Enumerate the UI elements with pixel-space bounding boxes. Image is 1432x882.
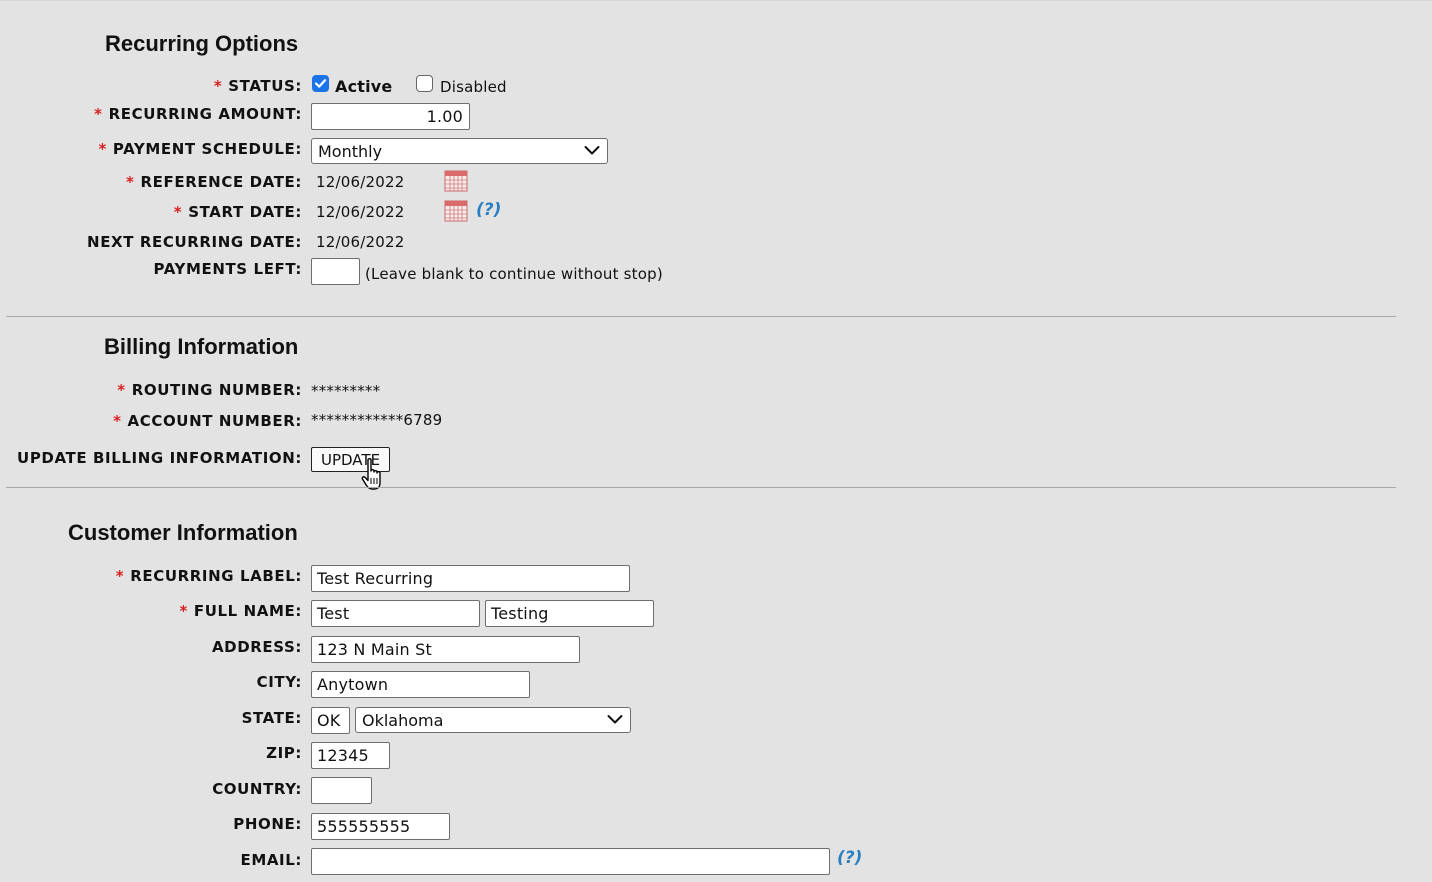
- address-input[interactable]: 123 N Main St: [311, 636, 580, 663]
- recurring-amount-input[interactable]: 1.00: [311, 103, 470, 130]
- payments-left-input[interactable]: [311, 258, 360, 285]
- recurring-amount-label: * RECURRING AMOUNT:: [94, 105, 302, 123]
- payment-schedule-value: Monthly: [318, 142, 383, 161]
- next-recurring-date-label: NEXT RECURRING DATE:: [87, 233, 302, 251]
- calendar-icon[interactable]: [444, 170, 468, 192]
- chevron-down-icon: [607, 715, 623, 724]
- required-marker: *: [179, 602, 188, 620]
- calendar-icon[interactable]: [444, 200, 468, 222]
- phone-input[interactable]: 555555555: [311, 813, 450, 840]
- routing-number-value: *********: [311, 382, 381, 400]
- full-name-label: * FULL NAME:: [179, 602, 302, 620]
- required-marker: *: [173, 203, 183, 221]
- status-label: * STATUS:: [213, 77, 302, 95]
- status-active-checkbox[interactable]: [312, 75, 329, 92]
- update-billing-label: UPDATE BILLING INFORMATION:: [17, 449, 302, 467]
- checkmark-icon: [314, 79, 327, 88]
- state-select[interactable]: Oklahoma: [355, 707, 631, 733]
- recurring-label-input[interactable]: Test Recurring: [311, 565, 630, 592]
- phone-label: PHONE:: [233, 815, 302, 833]
- section-divider: [6, 316, 1396, 317]
- state-code-input[interactable]: OK: [311, 707, 350, 734]
- email-help-link[interactable]: (?): [837, 848, 862, 868]
- top-border: [0, 0, 1432, 1]
- required-marker: *: [117, 381, 126, 399]
- address-label: ADDRESS:: [211, 638, 302, 656]
- zip-input[interactable]: 12345: [311, 742, 390, 769]
- required-marker: *: [126, 173, 135, 191]
- status-disabled-checkbox[interactable]: [416, 75, 433, 92]
- account-number-label: * ACCOUNT NUMBER:: [113, 412, 302, 430]
- section-divider: [6, 487, 1396, 488]
- email-label: EMAIL:: [240, 851, 302, 869]
- start-date-value: 12/06/2022: [316, 203, 405, 221]
- next-recurring-date-value: 12/06/2022: [316, 233, 405, 251]
- required-marker: *: [94, 105, 103, 123]
- country-input[interactable]: [311, 777, 372, 804]
- state-select-value: Oklahoma: [362, 711, 444, 730]
- account-number-value: ************6789: [311, 411, 443, 429]
- payment-schedule-label: * PAYMENT SCHEDULE:: [98, 140, 302, 158]
- required-marker: *: [213, 77, 223, 95]
- status-active-label[interactable]: Active: [335, 77, 392, 96]
- required-marker: *: [115, 567, 125, 585]
- required-marker: *: [113, 412, 122, 430]
- state-label: STATE:: [241, 709, 302, 727]
- reference-date-value: 12/06/2022: [316, 173, 405, 191]
- recurring-options-heading: Recurring Options: [105, 31, 299, 56]
- chevron-down-icon: [584, 146, 600, 155]
- recurring-edit-form: Recurring Options * STATUS: Active Disabl…: [0, 0, 1432, 882]
- email-input[interactable]: [311, 848, 830, 875]
- start-date-help-link[interactable]: (?): [476, 200, 501, 220]
- customer-information-heading: Customer Information: [68, 520, 298, 545]
- required-marker: *: [98, 140, 107, 158]
- status-disabled-label[interactable]: Disabled: [440, 78, 507, 96]
- billing-information-heading: Billing Information: [104, 334, 299, 359]
- routing-number-label: * ROUTING NUMBER:: [117, 381, 302, 399]
- city-label: CITY:: [256, 673, 302, 691]
- last-name-input[interactable]: Testing: [485, 600, 654, 627]
- city-input[interactable]: Anytown: [311, 671, 530, 698]
- recurring-label-label: * RECURRING LABEL:: [115, 567, 302, 585]
- start-date-label: * START DATE:: [173, 203, 302, 221]
- reference-date-label: * REFERENCE DATE:: [126, 173, 302, 191]
- zip-label: ZIP:: [266, 744, 302, 762]
- payments-left-hint: (Leave blank to continue without stop): [365, 265, 663, 283]
- country-label: COUNTRY:: [212, 780, 302, 798]
- payment-schedule-select[interactable]: Monthly: [311, 138, 608, 164]
- payments-left-label: PAYMENTS LEFT:: [153, 260, 302, 278]
- first-name-input[interactable]: Test: [311, 600, 480, 627]
